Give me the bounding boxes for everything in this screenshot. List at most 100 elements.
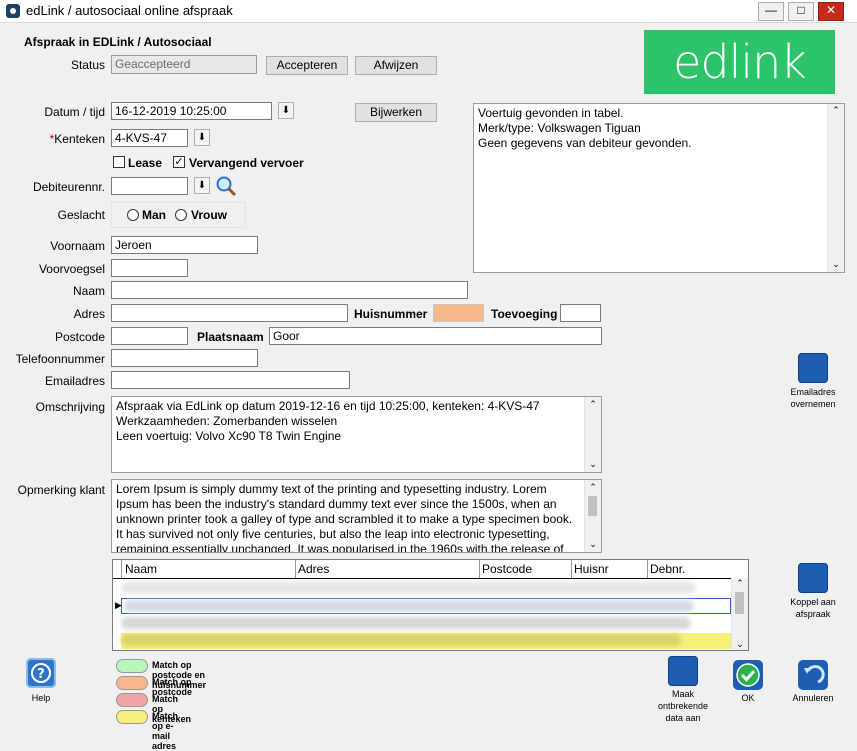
- update-button[interactable]: Bijwerken: [355, 103, 437, 122]
- col-debnr[interactable]: Debnr.: [650, 562, 685, 576]
- remark-scrollbar[interactable]: ⌃ ⌄: [584, 480, 601, 552]
- accept-button[interactable]: Accepteren: [266, 56, 348, 75]
- scroll-down-icon[interactable]: ⌄: [585, 457, 601, 472]
- remark-textarea[interactable]: Lorem Ipsum is simply dummy text of the …: [111, 479, 602, 553]
- lease-label: Lease: [128, 156, 163, 170]
- grid-scrollbar[interactable]: ⌃ ⌄: [731, 578, 748, 650]
- scroll-thumb[interactable]: [588, 496, 597, 516]
- scroll-down-icon[interactable]: ⌄: [585, 537, 601, 552]
- scroll-up-icon[interactable]: ⌃: [585, 397, 601, 412]
- ok-label: OK: [741, 693, 755, 703]
- address-input[interactable]: [111, 304, 348, 322]
- description-scrollbar[interactable]: ⌃ ⌄: [584, 397, 601, 472]
- name-label: Naam: [72, 284, 105, 298]
- addition-input[interactable]: [560, 304, 601, 322]
- email-copy-button[interactable]: [798, 353, 828, 383]
- gender-label: Geslacht: [57, 208, 105, 222]
- window-title: edLink / autosociaal online afspraak: [26, 3, 233, 18]
- col-postcode[interactable]: Postcode: [482, 562, 532, 576]
- email-label: Emailadres: [44, 374, 105, 388]
- male-radio[interactable]: [127, 209, 139, 221]
- postcode-input[interactable]: [111, 327, 188, 345]
- help-button[interactable]: ?: [26, 658, 56, 688]
- description-label: Omschrijving: [35, 400, 105, 414]
- description-line: Afspraak via EdLink op datum 2019-12-16 …: [116, 399, 540, 413]
- address-label: Adres: [73, 307, 105, 321]
- name-input[interactable]: [111, 281, 468, 299]
- edlink-logo: edlink: [644, 30, 835, 94]
- addition-label: Toevoeging: [491, 307, 558, 321]
- legend-swatch-green: [116, 659, 148, 673]
- female-label: Vrouw: [191, 208, 228, 222]
- help-label: Help: [31, 693, 51, 703]
- maximize-button[interactable]: □: [788, 2, 814, 21]
- datetime-input[interactable]: 16-12-2019 10:25:00: [111, 102, 272, 120]
- replacement-label: Vervangend vervoer: [189, 156, 304, 170]
- cancel-button[interactable]: [798, 660, 828, 690]
- table-row[interactable]: [121, 581, 736, 595]
- phone-label: Telefoonnummer: [15, 352, 105, 366]
- results-grid[interactable]: Naam Adres Postcode Huisnr Debnr. ▶ ⌃ ⌄: [112, 559, 749, 651]
- reject-button[interactable]: Afwijzen: [355, 56, 437, 75]
- scroll-down-icon[interactable]: ⌄: [732, 639, 748, 650]
- table-row-selected[interactable]: [121, 598, 731, 614]
- app-icon: [6, 4, 20, 18]
- grid-header: Naam Adres Postcode Huisnr Debnr.: [113, 560, 748, 579]
- question-icon: ?: [31, 663, 51, 683]
- phone-input[interactable]: [111, 349, 258, 367]
- email-input[interactable]: [111, 371, 350, 389]
- link-label: Koppel aan afspraak: [790, 597, 836, 619]
- title-bar: edLink / autosociaal online afspraak — □…: [0, 0, 857, 23]
- female-radio[interactable]: [175, 209, 187, 221]
- housenr-input[interactable]: [433, 304, 484, 322]
- status-field: Geaccepteerd: [111, 55, 257, 74]
- table-row[interactable]: [121, 616, 736, 630]
- undo-icon: [804, 665, 825, 684]
- remark-text: Lorem Ipsum is simply dummy text of the …: [116, 482, 573, 553]
- scroll-down-icon[interactable]: ⌄: [828, 257, 844, 272]
- minimize-button[interactable]: —: [758, 2, 784, 21]
- legend-swatch-yellow: [116, 710, 148, 724]
- plate-dropdown-icon[interactable]: ⬇: [194, 129, 210, 146]
- prefix-input[interactable]: [111, 259, 188, 277]
- status-label: Status: [70, 58, 105, 72]
- table-row-email-match[interactable]: [121, 633, 733, 649]
- info-scrollbar[interactable]: ⌃ ⌄: [827, 104, 844, 272]
- gender-group: Man Vrouw: [111, 202, 246, 228]
- city-label: Plaatsnaam: [197, 330, 264, 344]
- search-icon[interactable]: [215, 175, 237, 197]
- firstname-input[interactable]: Jeroen: [111, 236, 258, 254]
- description-textarea[interactable]: Afspraak via EdLink op datum 2019-12-16 …: [111, 396, 602, 473]
- link-button[interactable]: [798, 563, 828, 593]
- scroll-thumb[interactable]: [735, 592, 744, 614]
- plate-label-text: Kenteken: [54, 132, 105, 146]
- info-line: Geen gegevens van debiteur gevonden.: [478, 136, 692, 150]
- scroll-up-icon[interactable]: ⌃: [732, 578, 748, 589]
- legend-swatch-orange: [116, 676, 148, 690]
- debtor-label: Debiteurennr.: [32, 180, 105, 194]
- debtor-dropdown-icon[interactable]: ⬇: [194, 177, 210, 194]
- datetime-dropdown-icon[interactable]: ⬇: [278, 102, 294, 119]
- replacement-checkbox[interactable]: ✓: [173, 156, 185, 168]
- city-input[interactable]: Goor: [269, 327, 602, 345]
- scroll-up-icon[interactable]: ⌃: [828, 104, 844, 116]
- male-label: Man: [142, 208, 166, 222]
- debtor-input[interactable]: [111, 177, 188, 195]
- legend-label: Match op e-mail adres: [152, 711, 179, 751]
- info-line: Voertuig gevonden in tabel.: [478, 106, 624, 120]
- create-missing-label: Maak ontbrekende data aan: [657, 689, 709, 723]
- postcode-label: Postcode: [54, 330, 105, 344]
- plate-label: *Kenteken: [20, 132, 105, 146]
- datetime-label: Datum / tijd: [44, 105, 105, 119]
- create-missing-button[interactable]: [668, 656, 698, 686]
- ok-button[interactable]: [733, 660, 763, 690]
- col-housenr[interactable]: Huisnr: [574, 562, 609, 576]
- col-name[interactable]: Naam: [125, 562, 157, 576]
- scroll-up-icon[interactable]: ⌃: [585, 480, 601, 495]
- close-button[interactable]: ✕: [818, 2, 844, 21]
- description-line: Werkzaamheden: Zomerbanden wisselen: [116, 414, 338, 428]
- remark-label: Opmerking klant: [17, 483, 105, 497]
- col-address[interactable]: Adres: [298, 562, 329, 576]
- plate-input[interactable]: 4-KVS-47: [111, 129, 188, 147]
- lease-checkbox[interactable]: [113, 156, 125, 168]
